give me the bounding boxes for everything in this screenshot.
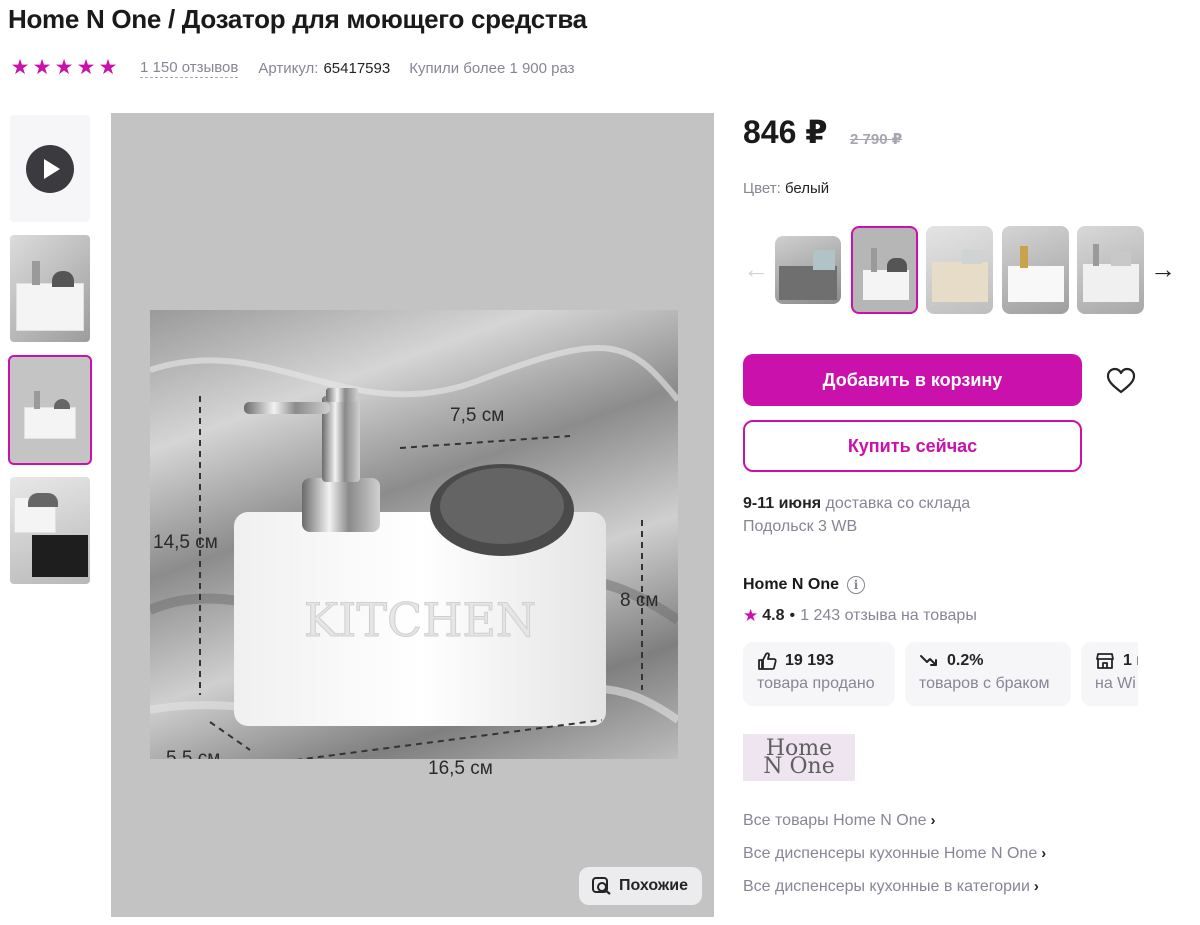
- reviews-link[interactable]: 1 150 отзывов: [140, 59, 239, 78]
- star-icon: ★: [54, 56, 74, 79]
- seller-reviews[interactable]: 1 243 отзыва на товары: [800, 607, 977, 625]
- article-label: Артикул:: [258, 59, 319, 77]
- similar-label: Похожие: [618, 877, 688, 894]
- delivery-text: доставка со склада: [825, 495, 971, 512]
- thumbnail-image[interactable]: [10, 235, 90, 342]
- seller-stats: 19 193 товара продано 0.2% товаров с бра…: [743, 642, 1138, 706]
- dispenser-illustration: KITCHEN: [150, 344, 678, 759]
- brand-logo[interactable]: Home N One: [743, 734, 855, 781]
- thumbnail-video[interactable]: [10, 115, 90, 222]
- stat-time-on-platform: 1 г на Wi: [1081, 642, 1138, 706]
- star-icon: ★: [98, 56, 118, 79]
- chevron-right-icon: ›: [1041, 845, 1047, 862]
- thumbnail-image-selected[interactable]: [8, 355, 92, 465]
- shop-icon: [1096, 653, 1114, 669]
- heart-icon[interactable]: [1106, 367, 1136, 395]
- info-icon[interactable]: i: [847, 576, 866, 594]
- buy-now-button[interactable]: Купить сейчас: [743, 420, 1082, 472]
- trend-down-icon: [920, 655, 937, 666]
- delivery-warehouse: Подольск 3 WB: [743, 518, 858, 535]
- color-value: белый: [784, 180, 830, 197]
- product-photo: KITCHEN 14,5 см 7,5 см 8 см 5,5 см: [150, 310, 678, 759]
- color-label: Цвет:: [743, 180, 781, 197]
- product-title: Home N One / Дозатор для моющего средств…: [8, 4, 587, 34]
- dimension-label-compartment-width: 7,5 см: [450, 405, 505, 426]
- stat-sold-label: товара продано: [757, 675, 875, 692]
- add-to-cart-button[interactable]: Добавить в корзину: [743, 354, 1082, 406]
- image-search-icon: [591, 877, 611, 895]
- dimension-label-compartment-height: 8 см: [620, 590, 659, 611]
- thumbs-up-icon: [758, 652, 777, 670]
- color-variants: ← →: [743, 226, 1183, 316]
- link-category-dispensers[interactable]: Все диспенсеры кухонные в категории ›: [743, 874, 1046, 907]
- link-brand-dispensers[interactable]: Все диспенсеры кухонные Home N One ›: [743, 841, 1046, 874]
- svg-text:KITCHEN: KITCHEN: [304, 593, 536, 647]
- stat-sold: 19 193 товара продано: [743, 642, 895, 706]
- delivery-info: 9-11 июня доставка со склада Подольск 3 …: [743, 492, 970, 538]
- purchases-count: Купили более 1 900 раз: [409, 59, 575, 77]
- seller-name[interactable]: Home N One i: [743, 576, 866, 594]
- thumbnail-image[interactable]: [10, 477, 90, 584]
- old-price: 2 790 ₽: [850, 131, 903, 148]
- stat-defect-label: товаров с браком: [919, 675, 1050, 692]
- delivery-date: 9-11 июня: [743, 495, 822, 512]
- color-row: Цвет: белый: [743, 180, 829, 197]
- dimension-label-depth: 5,5 см: [166, 748, 221, 759]
- catalog-links: Все товары Home N One › Все диспенсеры ку…: [743, 808, 1046, 907]
- article-value[interactable]: 65417593: [323, 60, 390, 77]
- product-meta: ★ ★ ★ ★ ★ 1 150 отзывов Артикул: 6541759…: [10, 56, 575, 80]
- play-icon: [26, 144, 74, 193]
- seller-rating-value: 4.8: [762, 607, 785, 624]
- dimension-label-height: 14,5 см: [153, 532, 218, 553]
- dimension-label-width: 16,5 см: [428, 758, 493, 779]
- star-icon: ★: [32, 56, 52, 79]
- variant-white-selected[interactable]: [851, 226, 918, 314]
- link-all-brand-products[interactable]: Все товары Home N One ›: [743, 808, 1046, 841]
- stat-defect-value: 0.2%: [947, 652, 984, 669]
- current-price: 846 ₽: [743, 114, 828, 150]
- stat-sold-value: 19 193: [785, 652, 834, 669]
- similar-button[interactable]: Похожие: [578, 867, 702, 905]
- star-icon: ★: [76, 56, 96, 79]
- variant-white-gold[interactable]: [1002, 226, 1069, 314]
- arrow-right-icon[interactable]: →: [1150, 256, 1176, 282]
- chevron-right-icon: ›: [1033, 878, 1039, 895]
- variant-grey-stone[interactable]: [775, 236, 841, 304]
- star-icon: ★: [10, 56, 30, 79]
- stat-time-value: 1 г: [1123, 652, 1138, 669]
- rating-stars: ★ ★ ★ ★ ★: [10, 56, 118, 79]
- stat-defect: 0.2% товаров с браком: [905, 642, 1071, 706]
- stat-time-label: на Wi: [1095, 675, 1136, 692]
- arrow-left-icon[interactable]: ←: [743, 256, 769, 282]
- main-product-image[interactable]: KITCHEN 14,5 см 7,5 см 8 см 5,5 см 16,5 …: [111, 113, 714, 917]
- seller-rating: ★ 4.8 • 1 243 отзыва на товары: [743, 606, 977, 626]
- separator-dot: •: [789, 607, 796, 624]
- star-icon: ★: [743, 606, 759, 625]
- variant-white-marble[interactable]: [1077, 226, 1144, 314]
- variant-beige[interactable]: [926, 226, 993, 314]
- chevron-right-icon: ›: [930, 812, 936, 829]
- seller-name-text: Home N One: [743, 576, 840, 593]
